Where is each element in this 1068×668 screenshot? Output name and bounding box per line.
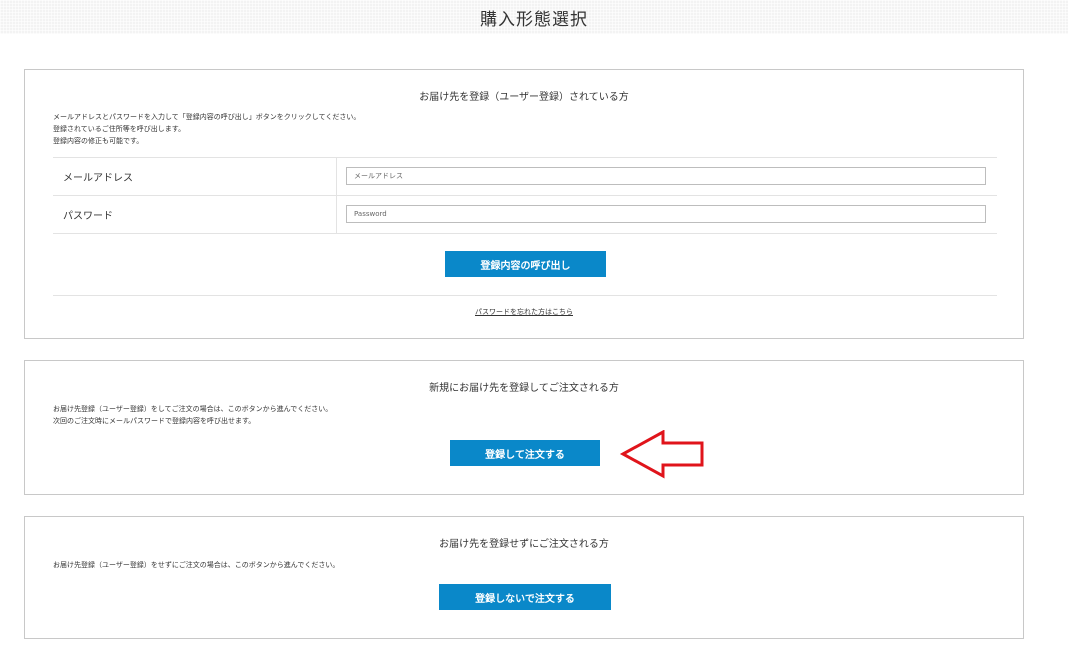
email-row: メールアドレス — [53, 157, 997, 195]
arrow-left-icon-shape — [619, 430, 704, 479]
password-label: パスワード — [63, 211, 113, 222]
new-register-panel-title: 新規にお届け先を登録してご注文される方 — [429, 383, 619, 394]
new-register-description: お届け先登録（ユーザー登録）をしてご注文の場合は、このボタンから進んでください。… — [53, 403, 332, 427]
registered-desc-line: 登録内容の修正も可能です。 — [53, 137, 144, 145]
arrow-left-icon — [619, 430, 704, 479]
register-and-order-button[interactable]: 登録して注文する — [450, 440, 600, 466]
forgot-password-link[interactable]: パスワードを忘れた方はこちら — [25, 307, 1023, 317]
password-input[interactable] — [346, 205, 986, 223]
registered-desc-line: メールアドレスとパスワードを入力して「登録内容の呼び出し」ボタンをクリックしてく… — [53, 113, 361, 121]
section-separator — [53, 295, 997, 296]
guest-panel-title: お届け先を登録せずにご注文される方 — [439, 539, 609, 550]
row-divider — [336, 196, 337, 233]
page-title: 購入形態選択 — [480, 10, 588, 30]
new-register-desc-line: お届け先登録（ユーザー登録）をしてご注文の場合は、このボタンから進んでください。 — [53, 405, 333, 413]
registered-desc-line: 登録されているご住所等を呼び出します。 — [53, 125, 186, 133]
row-divider — [336, 158, 337, 195]
email-input[interactable] — [346, 167, 986, 185]
guest-desc-line: お届け先登録（ユーザー登録）をせずにご注文の場合は、このボタンから進んでください… — [53, 561, 340, 569]
password-row: パスワード — [53, 195, 997, 234]
new-register-panel: 新規にお届け先を登録してご注文される方 お届け先登録（ユーザー登録）をしてご注文… — [24, 360, 1024, 495]
registered-description: メールアドレスとパスワードを入力して「登録内容の呼び出し」ボタンをクリックしてく… — [53, 111, 360, 147]
new-register-desc-line: 次回のご注文時にメールパスワードで登録内容を呼び出せます。 — [53, 417, 256, 425]
guest-order-panel: お届け先を登録せずにご注文される方 お届け先登録（ユーザー登録）をせずにご注文の… — [24, 516, 1024, 639]
order-without-register-button[interactable]: 登録しないで注文する — [439, 584, 611, 610]
page-header: 購入形態選択 — [0, 0, 1068, 34]
guest-description: お届け先登録（ユーザー登録）をせずにご注文の場合は、このボタンから進んでください… — [53, 559, 339, 571]
load-registration-button[interactable]: 登録内容の呼び出し — [445, 251, 606, 277]
email-label: メールアドレス — [63, 173, 133, 184]
registered-user-panel: お届け先を登録（ユーザー登録）されている方 メールアドレスとパスワードを入力して… — [24, 69, 1024, 339]
registered-panel-title: お届け先を登録（ユーザー登録）されている方 — [419, 92, 629, 103]
